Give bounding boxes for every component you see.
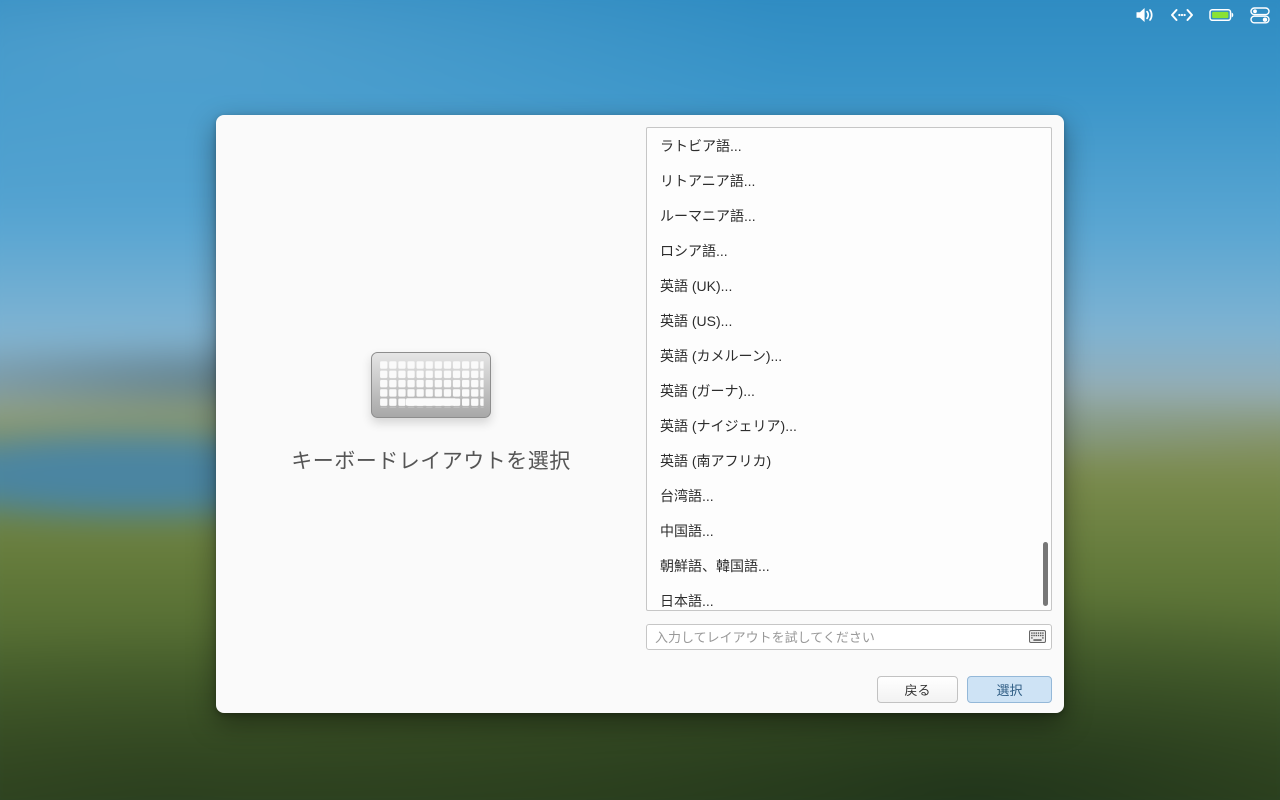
- layout-list-item[interactable]: 英語 (UK)...: [647, 268, 1051, 303]
- layout-label: 英語 (ナイジェリア)...: [660, 416, 797, 436]
- dialog-button-row: 戻る 選択: [877, 676, 1052, 703]
- layout-label: 朝鮮語、韓国語...: [660, 556, 770, 576]
- layout-list-item[interactable]: リトアニア語...: [647, 163, 1051, 198]
- layout-label: 台湾語...: [660, 486, 714, 506]
- toggles-icon[interactable]: [1250, 0, 1270, 30]
- layout-label: 中国語...: [660, 521, 714, 541]
- layout-list-item[interactable]: 日本語...: [647, 583, 1051, 611]
- keyboard-layout-dialog: キーボードレイアウトを選択 ラトビア語... リトアニア語... ルーマニア語.…: [216, 115, 1064, 713]
- layout-preview-wrap: [646, 624, 1052, 650]
- back-button[interactable]: 戻る: [877, 676, 958, 703]
- layout-label: 英語 (南アフリカ): [660, 451, 771, 471]
- layout-preview-input[interactable]: [646, 624, 1052, 650]
- layout-list-item[interactable]: ロシア語...: [647, 233, 1051, 268]
- layout-label: ロシア語...: [660, 241, 728, 261]
- layout-list-item[interactable]: 朝鮮語、韓国語...: [647, 548, 1051, 583]
- network-icon[interactable]: [1170, 0, 1194, 30]
- layout-list-item[interactable]: ラトビア語...: [647, 128, 1051, 163]
- layout-label: 英語 (US)...: [660, 311, 732, 331]
- dialog-right-pane: ラトビア語... リトアニア語... ルーマニア語... ロシア語...: [646, 127, 1052, 713]
- keyboard-layout-list[interactable]: ラトビア語... リトアニア語... ルーマニア語... ロシア語...: [646, 127, 1052, 611]
- volume-icon[interactable]: [1135, 0, 1155, 30]
- battery-icon[interactable]: [1209, 0, 1235, 30]
- layout-list-item[interactable]: ルーマニア語...: [647, 198, 1051, 233]
- list-scrollbar[interactable]: [1043, 542, 1048, 606]
- layout-label: 英語 (UK)...: [660, 276, 732, 296]
- layout-label: ラトビア語...: [660, 136, 742, 156]
- desktop: キーボードレイアウトを選択 ラトビア語... リトアニア語... ルーマニア語.…: [0, 0, 1280, 800]
- page-title: キーボードレイアウトを選択: [216, 445, 646, 475]
- layout-list-item[interactable]: 中国語...: [647, 513, 1051, 548]
- layout-list-item[interactable]: 英語 (ガーナ)...: [647, 373, 1051, 408]
- layout-list-item[interactable]: 英語 (US)...: [647, 303, 1051, 338]
- layout-list-item[interactable]: 台湾語...: [647, 478, 1051, 513]
- dialog-left-pane: キーボードレイアウトを選択: [216, 115, 646, 713]
- layout-list-item[interactable]: 英語 (南アフリカ): [647, 443, 1051, 478]
- layout-label: 日本語...: [660, 591, 714, 611]
- top-bar: [0, 0, 1280, 30]
- layout-label: 英語 (ガーナ)...: [660, 381, 755, 401]
- select-button[interactable]: 選択: [967, 676, 1052, 703]
- layout-list-item[interactable]: 英語 (カメルーン)...: [647, 338, 1051, 373]
- layout-list-item[interactable]: 英語 (ナイジェリア)...: [647, 408, 1051, 443]
- keyboard-illustration-icon: [371, 352, 491, 418]
- keyboard-small-icon[interactable]: [1029, 630, 1046, 648]
- layout-label: 英語 (カメルーン)...: [660, 346, 782, 366]
- layout-label: リトアニア語...: [660, 171, 755, 191]
- layout-label: ルーマニア語...: [660, 206, 756, 226]
